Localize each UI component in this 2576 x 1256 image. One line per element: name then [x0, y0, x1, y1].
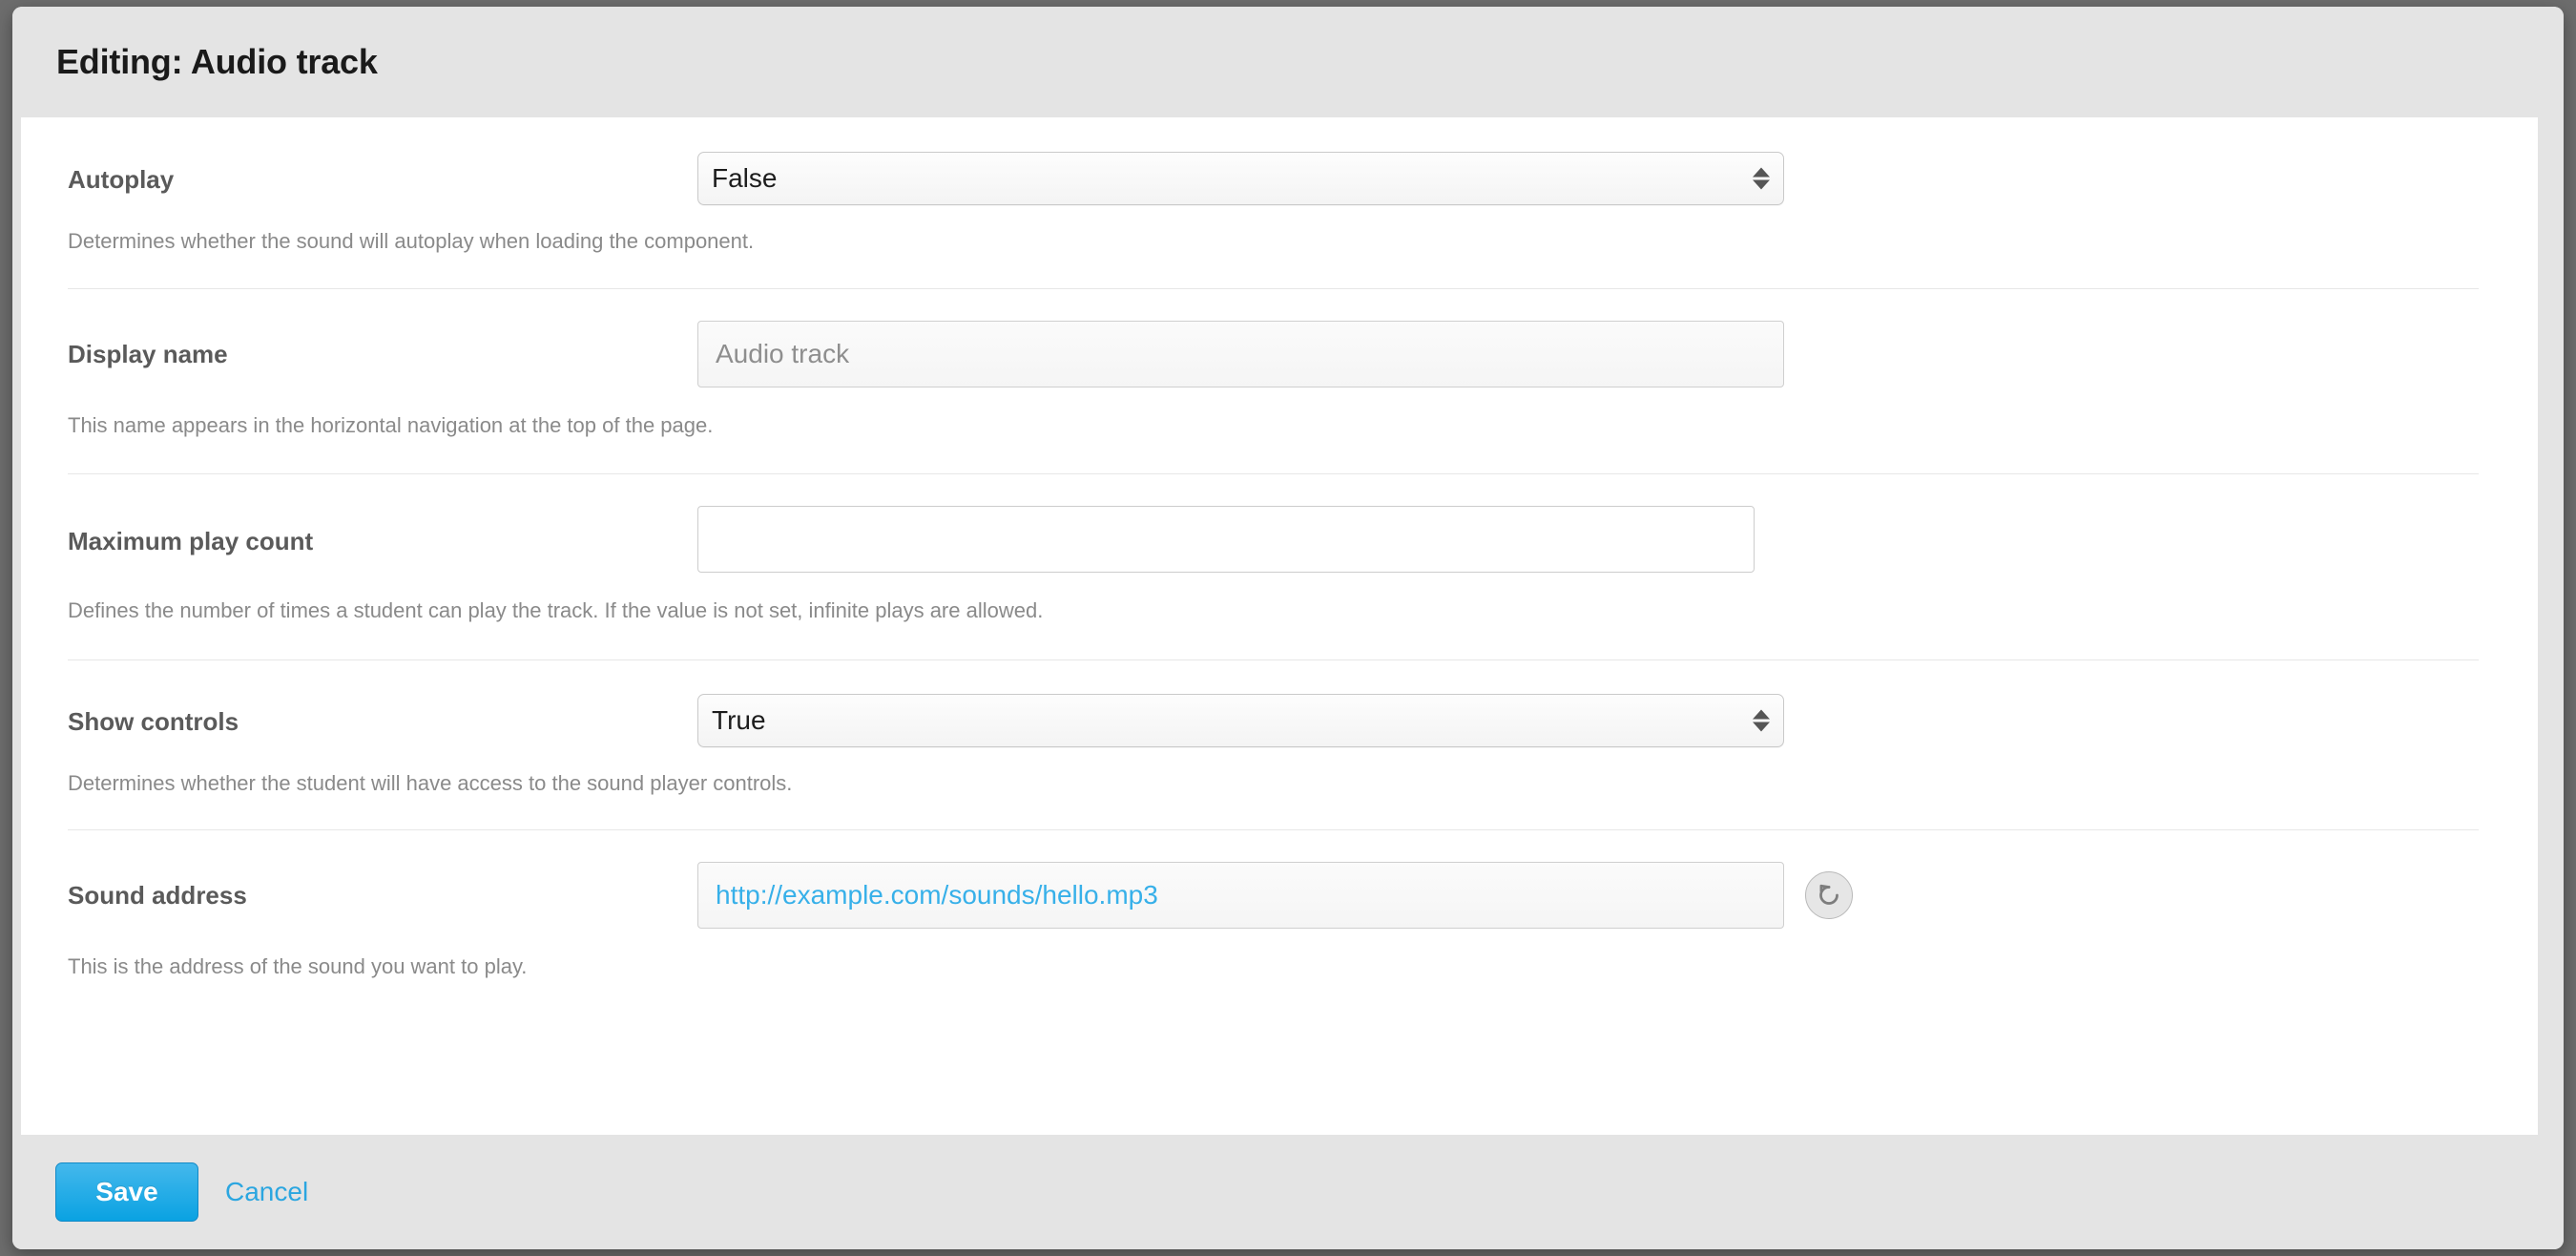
settings-form: Autoplay False Determines whether the so…	[21, 117, 2538, 1015]
field-row-autoplay: Autoplay False Determines whether the so…	[21, 117, 2538, 288]
modal-header: Editing: Audio track	[12, 7, 2564, 117]
autoplay-select[interactable]: False	[697, 152, 1784, 205]
edit-component-modal: Editing: Audio track Autoplay False	[12, 7, 2564, 1249]
field-main: Show controls True	[68, 694, 2486, 747]
autoplay-select-value: False	[712, 163, 777, 194]
field-label-display-name: Display name	[68, 321, 697, 369]
field-row-display-name: Display name Audio track This name appea…	[21, 288, 2538, 474]
show-controls-select[interactable]: True	[697, 694, 1784, 747]
row-divider	[68, 473, 2479, 474]
field-help-sound-address: This is the address of the sound you wan…	[68, 953, 2486, 981]
display-name-input[interactable]: Audio track	[697, 321, 1784, 387]
field-main: Display name Audio track	[68, 321, 2486, 387]
field-help-max-play-count: Defines the number of times a student ca…	[68, 597, 2486, 625]
show-controls-select-value: True	[712, 705, 766, 736]
save-button[interactable]: Save	[55, 1162, 198, 1222]
row-divider	[68, 659, 2479, 660]
field-control-max-play-count	[697, 506, 2486, 573]
cancel-button[interactable]: Cancel	[225, 1177, 308, 1207]
field-control-sound-address: http://example.com/sounds/hello.mp3	[697, 862, 2486, 929]
field-main: Autoplay False	[68, 152, 2486, 205]
chevron-up-down-icon	[1753, 168, 1770, 190]
field-help-show-controls: Determines whether the student will have…	[68, 770, 2486, 798]
modal-body: Autoplay False Determines whether the so…	[21, 117, 2538, 1135]
reset-circular-arrow-icon[interactable]	[1805, 871, 1853, 919]
field-label-show-controls: Show controls	[68, 694, 697, 737]
field-control-show-controls: True	[697, 694, 2486, 747]
field-label-autoplay: Autoplay	[68, 152, 697, 195]
row-divider	[68, 288, 2479, 289]
field-main: Sound address http://example.com/sounds/…	[68, 862, 2486, 929]
page-title: Editing: Audio track	[56, 42, 378, 82]
row-divider	[68, 829, 2479, 830]
chevron-up-down-icon	[1753, 709, 1770, 731]
field-row-show-controls: Show controls True Determines whether th…	[21, 659, 2538, 830]
max-play-count-input[interactable]	[697, 506, 1755, 573]
modal-footer: Save Cancel	[12, 1135, 2564, 1249]
field-main: Maximum play count	[68, 506, 2486, 573]
field-row-sound-address: Sound address http://example.com/sounds/…	[21, 829, 2538, 1015]
field-row-max-play-count: Maximum play count Defines the number of…	[21, 473, 2538, 659]
field-label-max-play-count: Maximum play count	[68, 506, 697, 556]
field-control-autoplay: False	[697, 152, 2486, 205]
sound-address-input[interactable]: http://example.com/sounds/hello.mp3	[697, 862, 1784, 929]
field-label-sound-address: Sound address	[68, 862, 697, 911]
field-help-autoplay: Determines whether the sound will autopl…	[68, 228, 2486, 256]
field-control-display-name: Audio track	[697, 321, 2486, 387]
field-help-display-name: This name appears in the horizontal navi…	[68, 412, 2486, 440]
